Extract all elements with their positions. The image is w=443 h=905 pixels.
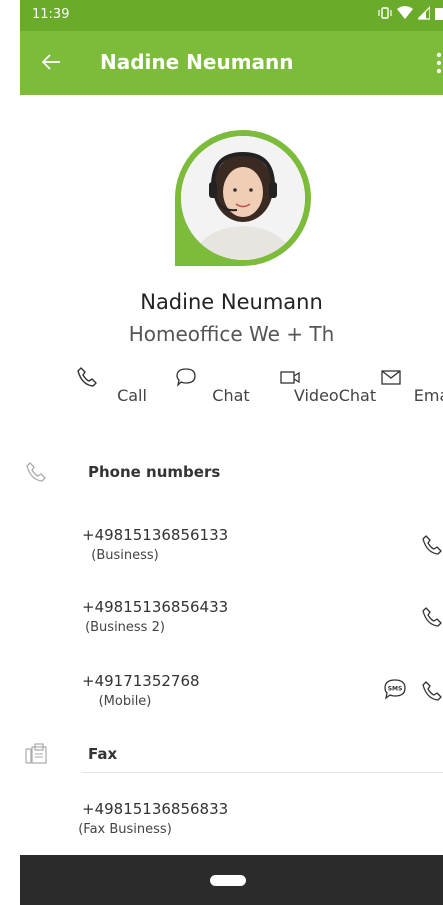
email-button[interactable]: Email bbox=[346, 360, 443, 430]
phone-screen: 11:39 Nadine Neumann Nadine Neumann Home… bbox=[20, 0, 443, 905]
home-pill-button[interactable] bbox=[210, 875, 246, 886]
phone-number: +49815136856433 bbox=[82, 598, 229, 616]
vibrate-icon bbox=[378, 6, 392, 20]
fax-title: Fax bbox=[88, 745, 118, 763]
app-bar-title: Nadine Neumann bbox=[100, 50, 294, 74]
phone-number-row[interactable]: +49171352768 (Mobile) SMS bbox=[20, 672, 443, 732]
phone-icon[interactable] bbox=[421, 534, 443, 560]
signal-icon bbox=[418, 6, 430, 20]
phone-number-type: (Business) bbox=[91, 548, 159, 563]
avatar-photo bbox=[181, 136, 305, 260]
phone-number-type: (Business 2) bbox=[85, 620, 165, 635]
divider bbox=[82, 772, 443, 773]
phone-section-icon bbox=[25, 461, 47, 487]
more-vert-icon[interactable] bbox=[435, 51, 443, 75]
status-time: 11:39 bbox=[32, 7, 70, 22]
email-label: Email bbox=[413, 386, 443, 405]
phone-number: +49815136856133 bbox=[82, 526, 229, 544]
system-navigation-bar bbox=[20, 855, 443, 905]
fax-number-type: (Fax Business) bbox=[78, 822, 172, 837]
wifi-icon bbox=[397, 6, 413, 20]
contact-actions: Call Chat VideoChat Email bbox=[20, 360, 443, 440]
contact-avatar[interactable] bbox=[175, 130, 311, 266]
back-arrow-icon[interactable] bbox=[40, 51, 62, 73]
phone-numbers-title: Phone numbers bbox=[88, 463, 221, 481]
phone-number: +49171352768 bbox=[82, 672, 200, 690]
videochat-button[interactable]: VideoChat bbox=[245, 360, 376, 430]
fax-number: +49815136856833 bbox=[82, 800, 229, 818]
chat-button[interactable]: Chat bbox=[141, 360, 250, 430]
call-button[interactable]: Call bbox=[42, 360, 147, 430]
phone-number-row[interactable]: +49815136856433 (Business 2) bbox=[20, 598, 443, 658]
fax-icon bbox=[25, 743, 49, 769]
phone-icon[interactable] bbox=[421, 680, 443, 706]
contact-status: Homeoffice We + Th bbox=[128, 322, 335, 346]
status-bar: 11:39 bbox=[20, 0, 443, 31]
app-bar: Nadine Neumann bbox=[20, 31, 443, 95]
fax-section-header: Fax bbox=[20, 740, 443, 772]
phone-icon[interactable] bbox=[421, 606, 443, 632]
sms-icon[interactable]: SMS bbox=[383, 678, 407, 704]
phone-numbers-section-header: Phone numbers bbox=[20, 458, 443, 490]
fax-number-row[interactable]: +49815136856833 (Fax Business) bbox=[20, 800, 443, 860]
sms-icon-text: SMS bbox=[388, 686, 403, 693]
phone-number-row[interactable]: +49815136856133 (Business) bbox=[20, 526, 443, 586]
contact-name: Nadine Neumann bbox=[140, 290, 323, 314]
phone-number-type: (Mobile) bbox=[98, 694, 152, 709]
battery-icon bbox=[435, 6, 443, 20]
system-icons bbox=[378, 6, 443, 20]
